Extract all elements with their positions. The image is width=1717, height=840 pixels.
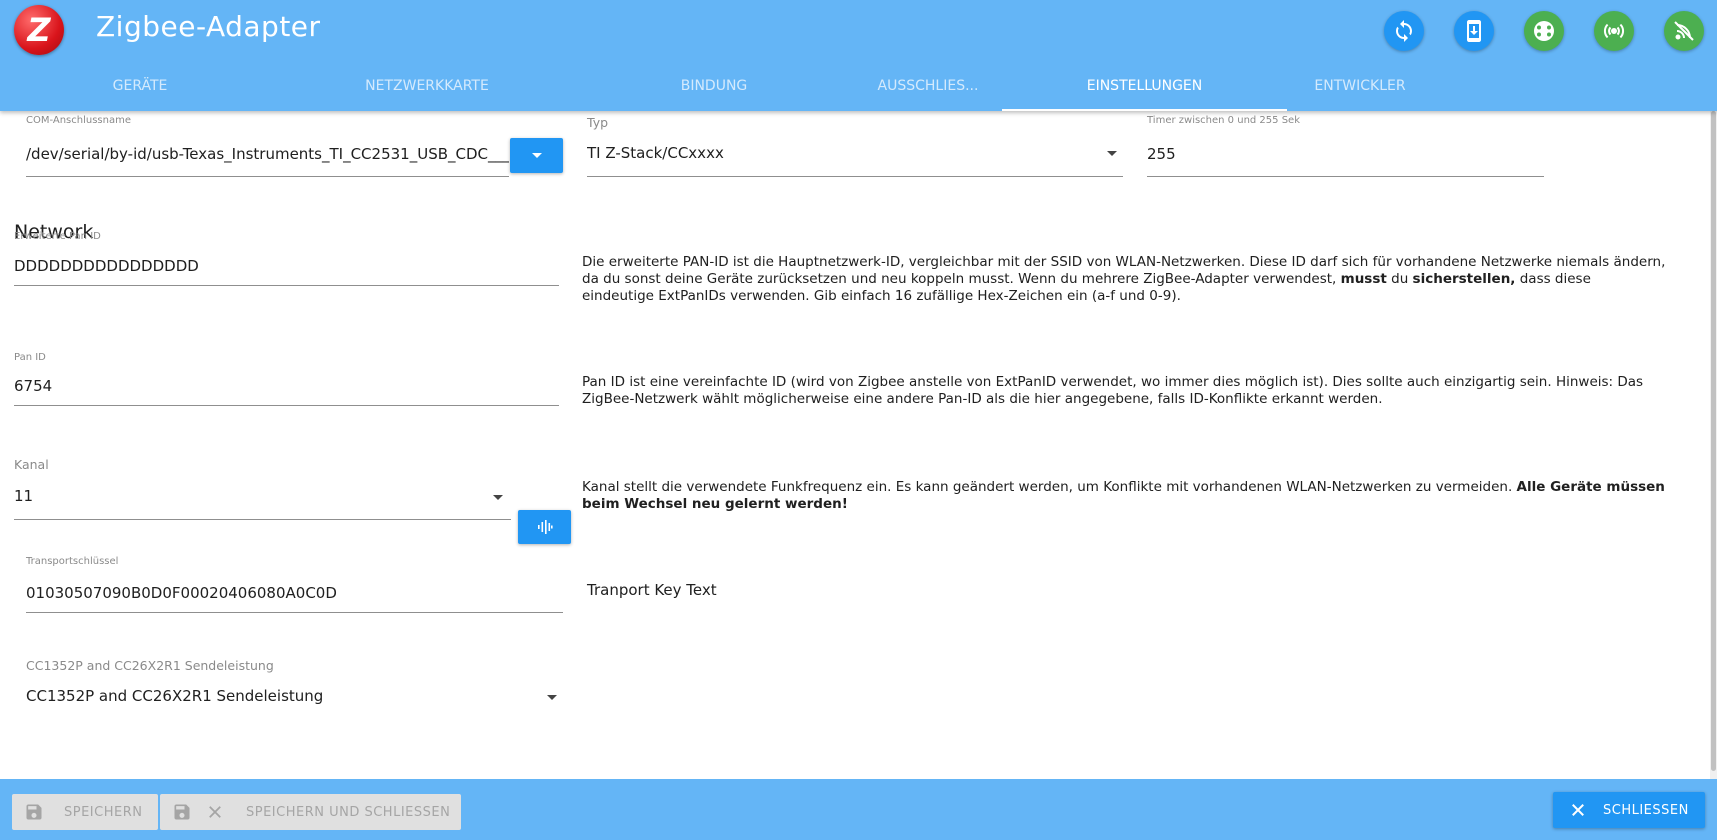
save-button[interactable]: SPEICHERN — [12, 794, 158, 830]
settings-content: COM-Anschlussname /dev/serial/by-id/usb-… — [0, 111, 1710, 779]
com-port-select-button[interactable] — [510, 138, 563, 173]
ext-pan-id-help: Die erweiterte PAN-ID ist die Hauptnetzw… — [582, 254, 1666, 304]
caret-down-icon — [547, 695, 557, 700]
tx-power-value: CC1352P and CC26X2R1 Sendeleistung — [26, 687, 324, 705]
close-icon — [204, 803, 226, 821]
pan-id-underline — [14, 405, 559, 406]
scrollbar-thumb[interactable] — [1711, 111, 1716, 771]
scrollbar[interactable] — [1710, 111, 1717, 779]
type-underline — [587, 176, 1123, 177]
save-and-close-label: SPEICHERN UND SCHLIESSEN — [246, 804, 451, 820]
close-label: SCHLIESSEN — [1603, 802, 1689, 818]
app-title: Zigbee-Adapter — [96, 10, 321, 43]
channel-label: Kanal — [14, 457, 49, 472]
pairing-button[interactable] — [1594, 11, 1634, 51]
transport-key-help: Tranport Key Text — [587, 581, 717, 599]
ext-pan-id-field[interactable]: Erweiterte Pan ID DDDDDDDDDDDDDDDD — [14, 231, 559, 299]
network-icon — [1534, 21, 1554, 41]
timer-label: Timer zwischen 0 und 255 Sek — [1147, 115, 1300, 126]
transport-key-field[interactable]: Transportschlüssel 01030507090B0D0F00020… — [26, 556, 563, 624]
type-select[interactable]: Typ TI Z-Stack/CCxxxx — [587, 111, 1123, 179]
timer-field[interactable]: Timer zwischen 0 und 255 Sek 255 — [1147, 111, 1544, 179]
sync-button[interactable] — [1384, 11, 1424, 51]
channel-underline — [14, 519, 511, 520]
com-port-input[interactable]: /dev/serial/by-id/usb-Texas_Instruments_… — [26, 145, 509, 163]
com-port-underline — [26, 176, 509, 177]
timer-input[interactable]: 255 — [1147, 145, 1176, 163]
floppy-disk-icon — [160, 802, 204, 822]
tx-power-select[interactable]: CC1352P and CC26X2R1 Sendeleistung CC135… — [26, 658, 563, 738]
channel-help: Kanal stellt die verwendete Funkfrequenz… — [582, 479, 1665, 512]
ext-pan-id-underline — [14, 285, 559, 286]
pan-id-input[interactable]: 6754 — [14, 377, 52, 395]
pairing-icon — [1603, 23, 1625, 39]
network-button[interactable] — [1524, 11, 1564, 51]
transport-key-underline — [26, 612, 563, 613]
floppy-disk-icon — [12, 802, 56, 822]
com-port-label: COM-Anschlussname — [26, 115, 131, 126]
save-label: SPEICHERN — [64, 804, 143, 820]
tab-devices[interactable]: GERÄTE — [0, 68, 280, 111]
phone-download-button[interactable] — [1454, 11, 1494, 51]
pan-id-field[interactable]: Pan ID 6754 — [14, 352, 559, 420]
pan-id-help: Pan ID ist eine vereinfachte ID (wird vo… — [582, 374, 1644, 407]
signal-off-icon — [1674, 21, 1694, 41]
waveform-icon — [537, 520, 553, 534]
channel-value: 11 — [14, 487, 34, 505]
footer-bar: SPEICHERN SPEICHERN UND SCHLIESSEN SCHLI… — [0, 779, 1717, 840]
caret-down-icon — [1107, 151, 1117, 156]
transport-key-label: Transportschlüssel — [26, 556, 119, 567]
app-header: Z Zigbee-Adapter GERÄTE NETZWERKKARTE BI… — [0, 0, 1717, 111]
save-and-close-button[interactable]: SPEICHERN UND SCHLIESSEN — [160, 794, 461, 830]
phone-download-icon — [1467, 20, 1481, 42]
close-icon — [1553, 801, 1603, 819]
pan-id-label: Pan ID — [14, 352, 46, 363]
ext-pan-id-label: Erweiterte Pan ID — [14, 231, 101, 242]
tab-developer[interactable]: ENTWICKLER — [1220, 68, 1500, 111]
tx-power-label: CC1352P and CC26X2R1 Sendeleistung — [26, 658, 274, 673]
caret-down-icon — [531, 153, 542, 158]
com-port-field[interactable]: COM-Anschlussname /dev/serial/by-id/usb-… — [26, 111, 509, 179]
tab-network-map[interactable]: NETZWERKKARTE — [287, 68, 567, 111]
transport-key-input[interactable]: 01030507090B0D0F00020406080A0C0D — [26, 584, 337, 602]
signal-off-button[interactable] — [1664, 11, 1704, 51]
ext-pan-id-input[interactable]: DDDDDDDDDDDDDDDD — [14, 257, 199, 275]
zigbee-logo: Z — [14, 5, 64, 55]
type-value: TI Z-Stack/CCxxxx — [587, 144, 724, 162]
channel-scan-button[interactable] — [518, 510, 571, 544]
sync-icon — [1396, 20, 1412, 42]
close-button[interactable]: SCHLIESSEN — [1553, 792, 1705, 828]
caret-down-icon — [493, 495, 503, 500]
channel-select[interactable]: Kanal 11 — [14, 453, 511, 521]
type-label: Typ — [587, 115, 609, 130]
tab-bar: GERÄTE NETZWERKKARTE BINDUNG AUSSCHLIES.… — [0, 68, 1717, 111]
timer-underline — [1147, 176, 1544, 177]
